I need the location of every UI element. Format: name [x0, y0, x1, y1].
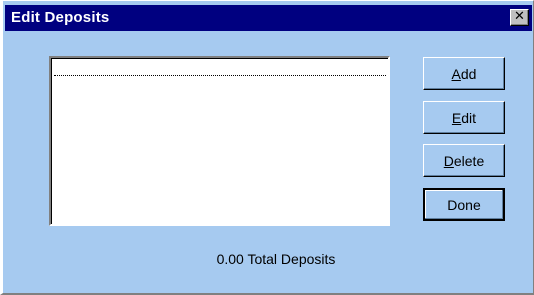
edit-deposits-dialog: Edit Deposits ✕ Add Edit Delete Done 0.0… [0, 0, 534, 295]
edit-button[interactable]: Edit [423, 101, 505, 134]
list-focus-row[interactable] [54, 61, 386, 76]
done-button-label: Done [447, 196, 481, 213]
edit-button-label: dit [461, 109, 477, 126]
title-bar[interactable]: Edit Deposits ✕ [5, 5, 532, 31]
add-button-mnemonic: A [451, 65, 461, 82]
total-deposits-label: 0.00 Total Deposits [216, 251, 336, 267]
dialog-title: Edit Deposits [11, 9, 110, 26]
add-button[interactable]: Add [423, 57, 505, 90]
delete-button-mnemonic: D [443, 152, 454, 169]
delete-button-label: elete [453, 152, 485, 169]
delete-button[interactable]: Delete [423, 144, 505, 177]
deposits-listbox[interactable] [49, 56, 390, 226]
done-button[interactable]: Done [423, 188, 505, 221]
edit-button-mnemonic: E [451, 109, 462, 126]
close-button[interactable]: ✕ [510, 9, 529, 26]
close-icon: ✕ [514, 9, 525, 24]
add-button-label: dd [460, 65, 477, 82]
